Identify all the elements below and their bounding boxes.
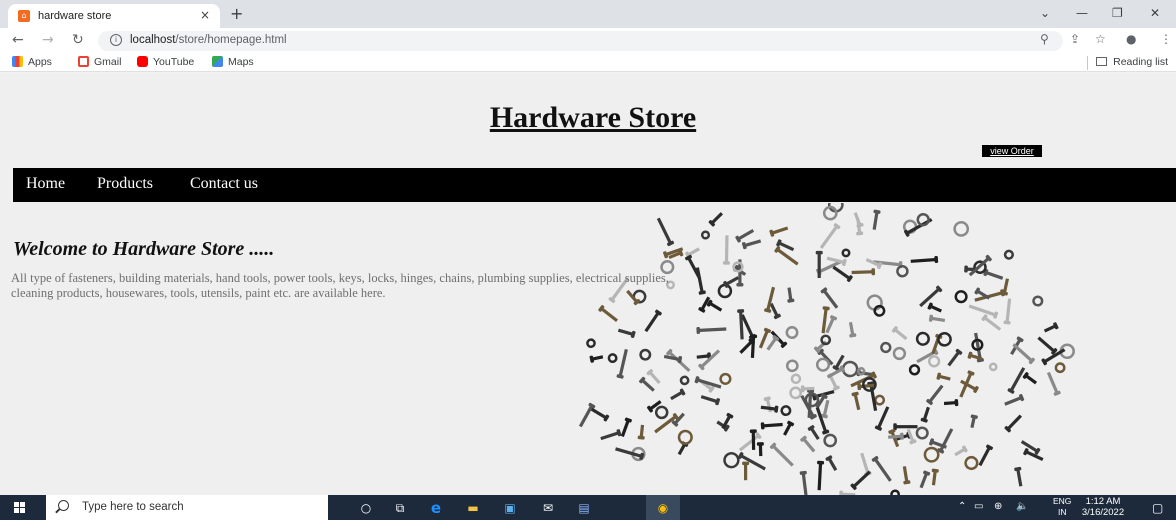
file-explorer-icon[interactable]: ▬	[465, 500, 481, 516]
battery-icon[interactable]: ▭	[974, 501, 983, 512]
network-icon[interactable]: ⊕	[994, 501, 1002, 512]
search-placeholder: Type here to search	[82, 501, 184, 513]
main-nav: Home Products Contact us	[13, 168, 1176, 202]
tab-search-chevron-icon[interactable]: ⌄	[1040, 6, 1050, 20]
chrome-taskbar-button[interactable]: ◉	[646, 495, 680, 520]
youtube-icon	[137, 56, 148, 67]
bookmark-star-icon[interactable]: ☆	[1095, 32, 1106, 46]
new-tab-icon[interactable]: +	[230, 4, 243, 23]
welcome-heading: Welcome to Hardware Store .....	[13, 238, 275, 260]
nav-products[interactable]: Products	[97, 175, 153, 193]
app-icon[interactable]: ▤	[576, 500, 592, 516]
mail-icon[interactable]: ✉	[540, 500, 556, 516]
taskbar-clock[interactable]: 1:12 AM 3/16/2022	[1072, 496, 1134, 518]
reload-icon[interactable]: ↻	[72, 32, 84, 48]
taskbar-search-box[interactable]: Type here to search	[46, 495, 328, 520]
bookmark-gmail[interactable]: Gmail	[78, 56, 121, 68]
address-bar[interactable]: i localhost/store/homepage.html	[98, 31, 1063, 51]
reading-list-icon	[1096, 57, 1108, 66]
site-favicon-icon: ⌂	[18, 10, 30, 22]
task-view-icon[interactable]: ⧉	[392, 500, 408, 516]
maps-icon	[212, 56, 223, 67]
chrome-icon: ◉	[657, 501, 669, 515]
close-window-icon[interactable]: ✕	[1150, 6, 1160, 20]
view-order-button[interactable]: view Order	[982, 145, 1042, 157]
windows-taskbar: Type here to search ○ ⧉ e ▬ ▣ ✉ ▤ ◉ ⌃ ▭ …	[0, 495, 1176, 520]
url-text: localhost/store/homepage.html	[130, 34, 287, 46]
screws-hero-image	[578, 203, 1075, 495]
cortana-icon[interactable]: ○	[358, 500, 374, 516]
volume-icon[interactable]: 🔈	[1016, 501, 1028, 512]
store-icon[interactable]: ▣	[502, 500, 518, 516]
search-icon	[58, 500, 69, 511]
forward-icon[interactable]: →	[42, 32, 54, 48]
language-indicator[interactable]: ENG IN	[1053, 496, 1071, 518]
windows-start-icon[interactable]	[14, 502, 26, 514]
share-icon[interactable]: ⇪	[1070, 32, 1080, 46]
store-description: All type of fasteners, building material…	[11, 271, 669, 300]
google-icon	[78, 56, 89, 67]
reading-list-button[interactable]: Reading list	[1096, 56, 1168, 68]
browser-toolbar: ← → ↻ i localhost/store/homepage.html ⚲ …	[0, 28, 1176, 54]
site-info-icon[interactable]: i	[110, 34, 122, 46]
minimize-icon[interactable]: —	[1076, 6, 1088, 20]
menu-kebab-icon[interactable]: ⋮	[1160, 32, 1172, 46]
profile-avatar-icon[interactable]: ●	[1126, 32, 1136, 46]
nav-contact-us[interactable]: Contact us	[190, 175, 258, 193]
site-title: Hardware Store	[489, 101, 697, 134]
web-page: Hardware Store view Order Home Products …	[0, 73, 1176, 495]
nav-home[interactable]: Home	[26, 175, 65, 193]
bookmark-maps[interactable]: Maps	[212, 56, 254, 68]
tray-overflow-icon[interactable]: ⌃	[958, 501, 966, 512]
bookmark-divider	[1087, 56, 1088, 70]
tab-title: hardware store	[38, 10, 112, 22]
apps-grid-icon	[12, 56, 23, 67]
browser-tab-strip: ⌂ hardware store × + ⌄ — ❐ ✕	[0, 0, 1176, 28]
edge-browser-icon[interactable]: e	[428, 500, 444, 516]
notifications-icon[interactable]: ▢	[1152, 501, 1163, 515]
bookmarks-bar: Apps Gmail YouTube Maps Reading list	[0, 54, 1176, 72]
bookmark-youtube[interactable]: YouTube	[137, 56, 194, 68]
zoom-icon[interactable]: ⚲	[1040, 32, 1049, 46]
browser-tab[interactable]: ⌂ hardware store ×	[8, 4, 220, 28]
tab-close-icon[interactable]: ×	[200, 8, 210, 22]
back-icon[interactable]: ←	[12, 32, 24, 48]
restore-icon[interactable]: ❐	[1112, 6, 1123, 20]
bookmark-apps[interactable]: Apps	[12, 56, 52, 68]
